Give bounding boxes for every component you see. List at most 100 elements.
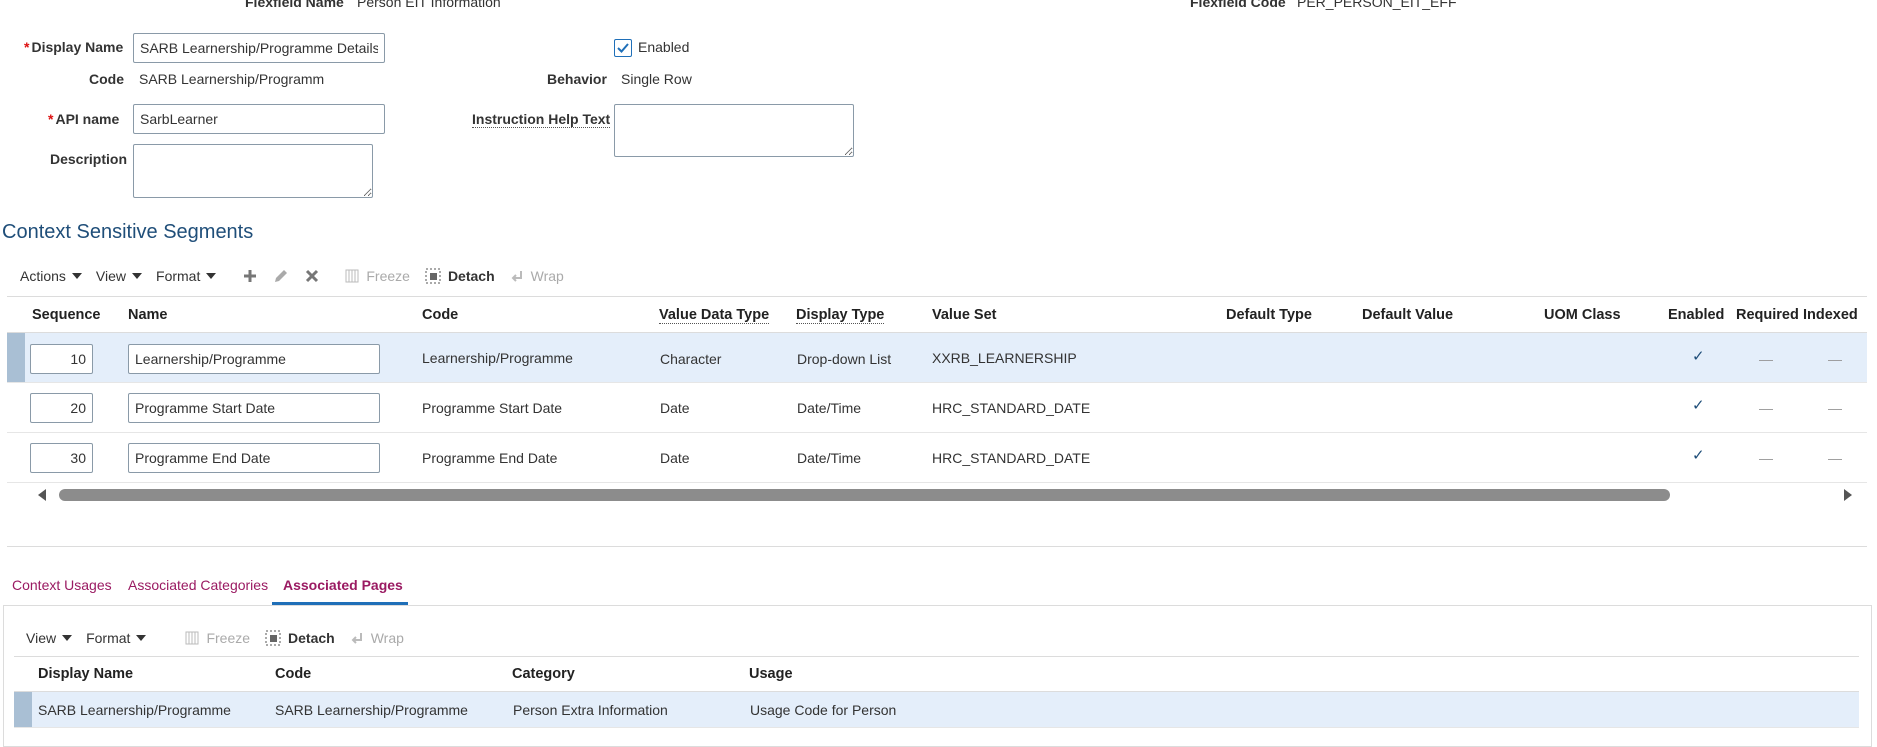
view-label: View bbox=[95, 268, 127, 284]
instruction-help-label-text[interactable]: Instruction Help Text bbox=[472, 111, 611, 128]
col-usage[interactable]: Usage bbox=[749, 666, 793, 682]
flexfield-code-value: PER_PERSON_EIT_EFF bbox=[1297, 0, 1457, 10]
enabled-check-icon: ✓ bbox=[1692, 397, 1705, 414]
col-uom-class[interactable]: UOM Class bbox=[1544, 307, 1621, 323]
row-selector[interactable] bbox=[14, 692, 32, 727]
format-menu[interactable]: Format bbox=[86, 630, 147, 646]
detach-button[interactable]: Detach bbox=[424, 267, 495, 285]
wrap-label: Wrap bbox=[530, 268, 564, 284]
col-code[interactable]: Code bbox=[275, 666, 311, 682]
wrap-button[interactable]: Wrap bbox=[349, 630, 404, 646]
detach-icon bbox=[265, 630, 281, 646]
plus-icon bbox=[244, 270, 257, 282]
tab-associated-pages[interactable]: Associated Pages bbox=[283, 577, 403, 593]
enabled-check-icon: ✓ bbox=[1692, 447, 1705, 464]
actions-menu[interactable]: Actions bbox=[20, 268, 82, 284]
enabled-check-icon: ✓ bbox=[1692, 348, 1705, 365]
scroll-left-icon[interactable] bbox=[37, 489, 47, 501]
col-category[interactable]: Category bbox=[512, 666, 575, 682]
chevron-down-icon bbox=[136, 635, 147, 641]
col-value-set[interactable]: Value Set bbox=[932, 307, 996, 323]
col-display-name[interactable]: Display Name bbox=[38, 666, 133, 682]
chevron-down-icon bbox=[62, 635, 73, 641]
view-menu[interactable]: View bbox=[26, 630, 73, 646]
description-label: Description bbox=[50, 151, 128, 167]
format-menu[interactable]: Format bbox=[156, 268, 217, 284]
format-label: Format bbox=[86, 630, 131, 646]
delete-button[interactable] bbox=[304, 268, 320, 284]
col-sequence[interactable]: Sequence bbox=[32, 307, 101, 323]
add-button[interactable] bbox=[242, 268, 258, 284]
name-input[interactable] bbox=[128, 344, 380, 374]
view-menu[interactable]: View bbox=[95, 268, 143, 284]
col-name[interactable]: Name bbox=[128, 307, 168, 323]
name-input[interactable] bbox=[128, 443, 380, 473]
scrollbar-thumb[interactable] bbox=[59, 489, 1670, 501]
detach-button[interactable]: Detach bbox=[264, 629, 335, 647]
col-indexed[interactable]: Indexed bbox=[1803, 307, 1858, 323]
display-name-input[interactable] bbox=[133, 33, 385, 63]
detach-label: Detach bbox=[447, 268, 495, 284]
display-type-cell: Date/Time bbox=[797, 400, 862, 416]
enabled-label: Enabled bbox=[638, 39, 690, 55]
edit-button[interactable] bbox=[272, 267, 290, 285]
usage-cell: Usage Code for Person bbox=[750, 702, 897, 718]
col-code[interactable]: Code bbox=[422, 307, 458, 323]
format-label: Format bbox=[156, 268, 201, 284]
checkmark-icon bbox=[617, 43, 629, 53]
col-required[interactable]: Required bbox=[1736, 307, 1799, 323]
value-data-type-cell: Date bbox=[660, 450, 690, 466]
freeze-icon bbox=[185, 631, 199, 645]
detach-icon bbox=[425, 268, 441, 284]
instruction-help-textarea[interactable] bbox=[614, 104, 854, 157]
section-title: Context Sensitive Segments bbox=[2, 221, 254, 243]
table-row[interactable]: SARB Learnership/Programme SARB Learners… bbox=[14, 692, 1859, 728]
instruction-help-label[interactable]: Instruction Help Text bbox=[472, 111, 611, 128]
required-mark: * bbox=[48, 111, 54, 127]
table-row[interactable]: Learnership/Programme Character Drop-dow… bbox=[7, 333, 1867, 383]
freeze-label: Freeze bbox=[366, 268, 410, 284]
actions-label: Actions bbox=[20, 268, 66, 284]
table-row[interactable]: Programme End Date Date Date/Time HRC_ST… bbox=[7, 433, 1867, 483]
scroll-right-icon[interactable] bbox=[1843, 489, 1853, 501]
display-name-cell: SARB Learnership/Programme bbox=[38, 702, 231, 718]
tab-context-usages[interactable]: Context Usages bbox=[12, 577, 112, 593]
value-set-cell: HRC_STANDARD_DATE bbox=[932, 400, 1091, 416]
col-default-value[interactable]: Default Value bbox=[1362, 307, 1453, 323]
sequence-input[interactable] bbox=[30, 443, 93, 473]
wrap-icon bbox=[511, 271, 522, 282]
required-dash: — bbox=[1759, 450, 1773, 466]
close-icon bbox=[306, 269, 319, 283]
col-value-data-type[interactable]: Value Data Type bbox=[659, 307, 770, 324]
tab-associated-categories[interactable]: Associated Categories bbox=[128, 577, 268, 593]
flexfield-name-label: Flexfield Name bbox=[245, 0, 344, 10]
sequence-input[interactable] bbox=[30, 393, 93, 423]
row-selector[interactable] bbox=[7, 333, 25, 382]
horizontal-scrollbar[interactable] bbox=[7, 485, 1867, 505]
code-cell: Programme End Date bbox=[422, 450, 558, 466]
table-header: Display Name Code Category Usage bbox=[14, 657, 1859, 692]
sequence-input[interactable] bbox=[30, 344, 93, 374]
table-row[interactable]: Programme Start Date Date Date/Time HRC_… bbox=[7, 383, 1867, 433]
flexfield-name-value: Person EIT Information bbox=[357, 0, 501, 10]
col-display-type[interactable]: Display Type bbox=[796, 307, 885, 324]
code-cell: Programme Start Date bbox=[422, 400, 563, 416]
freeze-label: Freeze bbox=[206, 630, 251, 646]
freeze-button[interactable]: Freeze bbox=[344, 268, 410, 284]
enabled-checkbox[interactable] bbox=[614, 39, 632, 57]
col-enabled[interactable]: Enabled bbox=[1668, 307, 1724, 323]
view-label: View bbox=[26, 630, 57, 646]
pencil-icon bbox=[275, 270, 288, 282]
wrap-icon bbox=[351, 633, 362, 644]
code-cell: SARB Learnership/Programme bbox=[275, 702, 468, 718]
col-default-type[interactable]: Default Type bbox=[1226, 307, 1312, 323]
value-set-cell: HRC_STANDARD_DATE bbox=[932, 450, 1091, 466]
wrap-button[interactable]: Wrap bbox=[509, 268, 564, 284]
freeze-button[interactable]: Freeze bbox=[184, 630, 250, 646]
api-name-input[interactable] bbox=[133, 104, 385, 134]
display-name-label: * Display Name bbox=[24, 39, 123, 55]
description-textarea[interactable] bbox=[133, 144, 373, 198]
name-input[interactable] bbox=[128, 393, 380, 423]
required-dash: — bbox=[1759, 351, 1773, 367]
segments-table: Sequence Name Code Value Data Type Displ… bbox=[7, 296, 1867, 509]
